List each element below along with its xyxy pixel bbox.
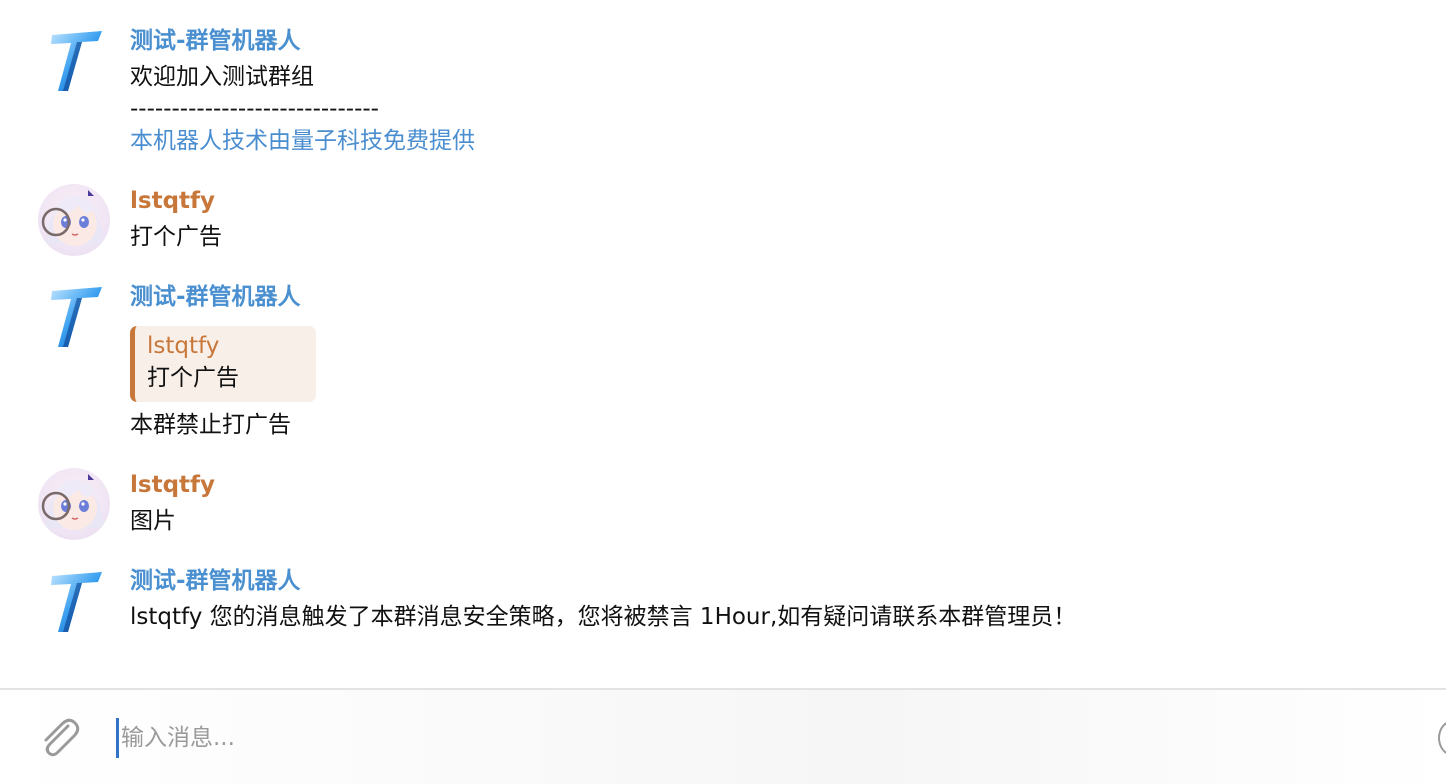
message-input[interactable] xyxy=(116,718,1416,758)
bot-avatar[interactable] xyxy=(38,281,110,353)
sender-name[interactable]: lstqtfy xyxy=(130,186,215,216)
message-text: 本群禁止打广告 xyxy=(130,412,291,438)
reply-quote[interactable]: lstqtfy 打个广告 xyxy=(130,326,316,402)
bot-avatar[interactable] xyxy=(38,25,110,97)
user-avatar[interactable] xyxy=(38,468,110,540)
message-text: 打个广告 xyxy=(130,224,222,250)
message-text: lstqtfy 您的消息触发了本群消息安全策略，您将被禁言 1Hour,如有疑问… xyxy=(130,604,1077,630)
message-text: 图片 xyxy=(130,508,176,534)
message-composer xyxy=(0,690,1446,784)
message-link[interactable]: 本机器人技术由量子科技免费提供 xyxy=(130,126,475,156)
sender-name[interactable]: 测试-群管机器人 xyxy=(130,282,301,312)
bot-logo-icon xyxy=(51,572,102,632)
message-text: 欢迎加入测试群组 xyxy=(130,64,314,90)
anime-avatar-icon xyxy=(41,474,104,530)
bot-logo-icon xyxy=(51,31,102,91)
sender-name[interactable]: 测试-群管机器人 xyxy=(130,566,301,596)
anime-avatar-icon xyxy=(41,190,104,246)
emoji-icon[interactable] xyxy=(1438,720,1446,756)
sender-name[interactable]: lstqtfy xyxy=(130,470,215,500)
message-separator: ------------------------------ xyxy=(130,96,379,122)
quote-sender: lstqtfy xyxy=(147,333,220,359)
bot-avatar[interactable] xyxy=(38,566,110,638)
paperclip-icon[interactable] xyxy=(34,712,84,762)
bot-logo-icon xyxy=(51,287,102,347)
quote-text: 打个广告 xyxy=(147,365,239,391)
sender-name[interactable]: 测试-群管机器人 xyxy=(130,26,301,56)
chat-history[interactable]: 测试-群管机器人 欢迎加入测试群组 ----------------------… xyxy=(0,0,1446,689)
user-avatar[interactable] xyxy=(38,184,110,256)
